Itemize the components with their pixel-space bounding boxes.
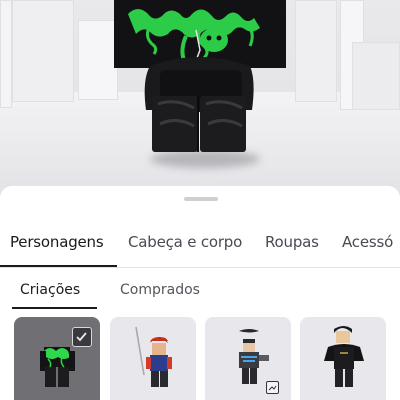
- character-card[interactable]: [110, 317, 196, 400]
- subtab-comprados[interactable]: Comprados: [120, 282, 200, 298]
- character-card[interactable]: [14, 317, 100, 400]
- character-grid: [0, 317, 400, 400]
- dark-coat-avatar-icon: [324, 326, 364, 387]
- sheet-drag-handle[interactable]: [184, 197, 218, 201]
- tab-acessorios[interactable]: Acessó: [342, 233, 393, 251]
- subtab-criacoes[interactable]: Criações: [20, 282, 80, 298]
- sword-avatar-icon: [135, 326, 172, 387]
- category-tabs: Personagens Cabeça e corpo Roupas Acessó: [0, 222, 400, 268]
- selected-check-icon: [72, 327, 92, 347]
- avatar-3d-model[interactable]: [0, 0, 400, 200]
- tab-personagens[interactable]: Personagens: [10, 233, 104, 251]
- edit-badge-icon: [266, 381, 279, 394]
- tab-cabeca-e-corpo[interactable]: Cabeça e corpo: [128, 233, 242, 251]
- character-sheet: Personagens Cabeça e corpo Roupas Acessó…: [0, 186, 400, 400]
- sub-tabs: Criações Comprados: [0, 268, 400, 309]
- character-card[interactable]: [300, 317, 386, 400]
- avatar-viewport[interactable]: [0, 0, 400, 200]
- active-subtab-indicator: [12, 307, 97, 309]
- tab-roupas[interactable]: Roupas: [265, 233, 319, 251]
- character-card[interactable]: [205, 317, 291, 400]
